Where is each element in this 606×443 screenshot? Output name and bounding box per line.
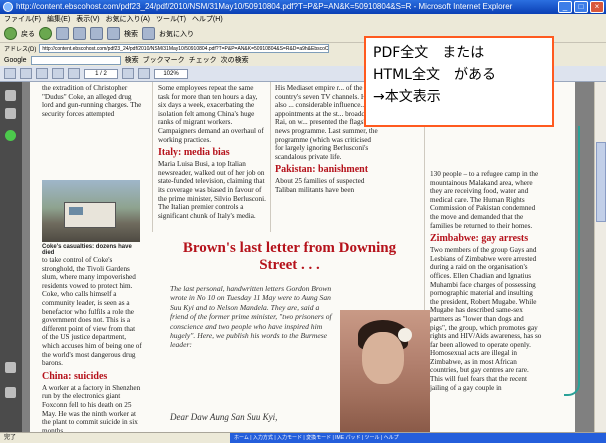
search-icon[interactable] [107, 27, 120, 40]
status-text: 完了 [4, 435, 17, 441]
signature-panel-icon[interactable] [5, 387, 16, 398]
aung-san-suu-kyi-photo [340, 310, 430, 432]
address-input[interactable]: http://content.ebscohost.com/pdf23_24/pd… [39, 44, 330, 53]
pages-panel-icon[interactable] [5, 90, 16, 101]
photo-caption: Coke's casualties: dozens have died [42, 244, 132, 256]
handwritten-salutation: Dear Daw Aung San Suu Kyi, [170, 412, 278, 422]
callout-line-3: →本文表示 [373, 89, 441, 105]
china-heading: China: suicides [42, 370, 108, 382]
zimbabwe-heading: Zimbabwe: gay arrests [430, 233, 529, 245]
vertical-scrollbar[interactable] [594, 82, 606, 432]
photo-face [362, 332, 404, 384]
close-button[interactable]: × [590, 1, 604, 13]
window-titlebar: http://content.ebscohost.com/pdf23_24/pd… [0, 0, 606, 14]
menu-view[interactable]: 表示(V) [76, 14, 99, 25]
ie-logo-icon [3, 2, 13, 12]
next-page-icon[interactable] [68, 68, 80, 79]
column-divider [270, 82, 271, 232]
window-title: http://content.ebscohost.com/pdf23_24/pd… [16, 2, 513, 11]
google-bookmark-button[interactable]: ブックマーク [143, 55, 185, 65]
article-column-1-bottom: to take control of Coke's stronghold, th… [42, 256, 142, 432]
article-text: the extradition of Christopher "Dudus" C… [42, 84, 142, 118]
zoom-out-icon[interactable] [122, 68, 134, 79]
back-arrow-icon[interactable] [4, 27, 17, 40]
column-divider [152, 82, 153, 232]
ime-language-bar[interactable]: ホーム | 入力方式 | 入力モード | 変換モード | IME パッド | ツ… [230, 433, 606, 443]
scrollbar-thumb[interactable] [596, 142, 606, 222]
article-text: Maria Luisa Busi, a top Italian newsread… [158, 160, 266, 220]
article-text: A worker at a factory in Shenzhen run by… [42, 383, 141, 432]
menu-tools[interactable]: ツール(T) [156, 14, 186, 25]
article-text: to take control of Coke's stronghold, th… [42, 256, 142, 368]
article-column-2: Some employees repeat the same task for … [158, 84, 266, 220]
refresh-icon[interactable] [73, 27, 86, 40]
pdf-viewer: the extradition of Christopher "Dudus" C… [22, 82, 594, 432]
truck-image [64, 202, 116, 228]
photo-flower [398, 328, 412, 342]
save-icon[interactable] [4, 68, 16, 79]
minimize-button[interactable]: _ [558, 1, 572, 13]
article-text: Some employees repeat the same task for … [158, 84, 264, 144]
main-headline: Brown's last letter from Downing Street … [182, 240, 397, 273]
bookmarks-panel-icon[interactable] [5, 108, 16, 119]
favorites-star-icon[interactable] [142, 27, 155, 40]
article-text: Two members of the group Gays and Lesbia… [430, 246, 542, 392]
print-icon[interactable] [20, 68, 32, 79]
pdf-sidebar [0, 82, 22, 432]
annotation-callout: PDF全文 または HTML全文 がある →本文表示 [364, 36, 554, 127]
jamaica-truck-photo [42, 180, 140, 242]
menu-file[interactable]: ファイル(F) [4, 14, 41, 25]
home-icon[interactable] [90, 27, 103, 40]
google-next-button[interactable]: 次の検索 [221, 55, 249, 65]
menu-bar: ファイル(F) 編集(E) 表示(V) お気に入り(A) ツール(T) ヘルプ(… [0, 14, 606, 25]
google-logo: Google [4, 56, 27, 64]
menu-help[interactable]: ヘルプ(H) [192, 14, 223, 25]
menu-edit[interactable]: 編集(E) [47, 14, 70, 25]
pdf-page: the extradition of Christopher "Dudus" C… [30, 82, 575, 432]
google-search-button[interactable]: 検索 [125, 55, 139, 65]
stop-icon[interactable] [56, 27, 69, 40]
favorites-button-label[interactable]: お気に入り [159, 29, 194, 39]
google-check-button[interactable]: チェック [189, 55, 217, 65]
forward-arrow-icon[interactable] [39, 27, 52, 40]
back-button-label[interactable]: 戻る [21, 29, 35, 39]
paperclip-icon[interactable] [5, 362, 16, 373]
maximize-button[interactable]: □ [574, 1, 588, 13]
article-text: 130 people – to a refugee camp in the mo… [430, 170, 539, 230]
google-search-input[interactable] [30, 55, 121, 65]
callout-line-2: HTML全文 がある [373, 67, 496, 83]
prev-page-icon[interactable] [52, 68, 64, 79]
zoom-level-input[interactable]: 102% [154, 68, 188, 79]
italy-heading: Italy: media bias [158, 147, 230, 159]
attachments-panel-icon[interactable] [5, 130, 16, 141]
zoom-in-icon[interactable] [138, 68, 150, 79]
letter-intro: The last personal, handwritten letters G… [170, 284, 332, 350]
menu-favorites[interactable]: お気に入り(A) [106, 14, 150, 25]
article-column-4: 130 people – to a refugee camp in the mo… [430, 170, 542, 392]
address-label: アドレス(D) [4, 47, 37, 53]
hand-tool-icon[interactable] [36, 68, 48, 79]
callout-line-1: PDF全文 または [373, 45, 485, 61]
annotation-bracket [564, 126, 580, 396]
pakistan-heading: Pakistan: banishment [275, 164, 369, 176]
window-controls: _ □ × [558, 1, 604, 13]
search-button-label[interactable]: 検索 [124, 29, 138, 39]
page-number-input[interactable]: 1 / 2 [84, 68, 118, 79]
article-column-1-top: the extradition of Christopher "Dudus" C… [42, 84, 142, 118]
article-text: About 25 families of suspected Taliban m… [275, 177, 365, 194]
